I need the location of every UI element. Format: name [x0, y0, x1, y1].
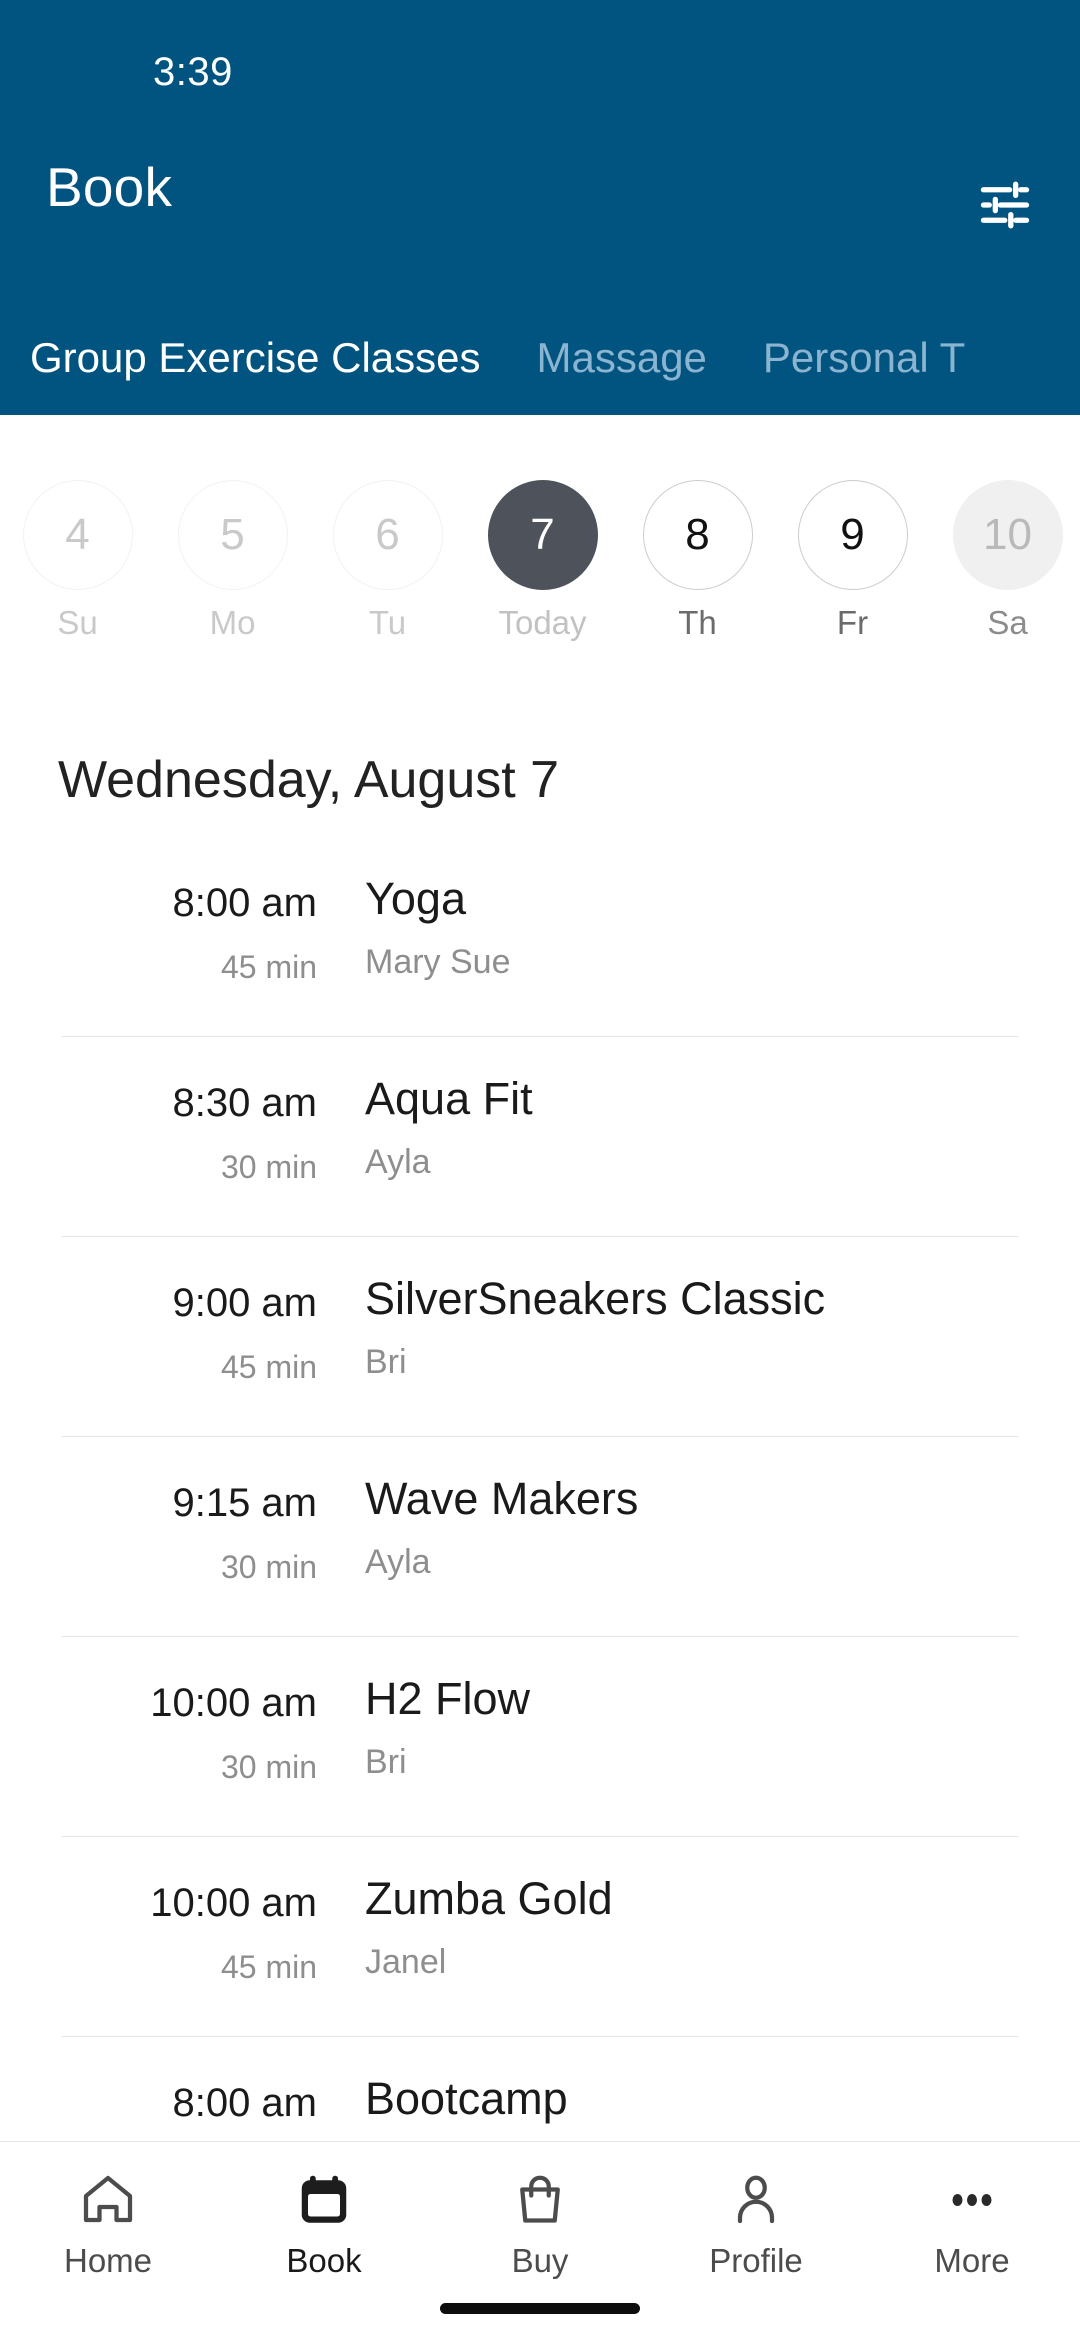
nav-item-profile[interactable]: Profile [648, 2142, 864, 2280]
schedule-day-heading: Wednesday, August 7 [58, 751, 560, 809]
class-instructor: Bri [365, 1343, 407, 1381]
class-duration: 45 min [220, 1949, 317, 1985]
class-duration: 30 min [220, 1549, 317, 1585]
date-chip-number: 10 [952, 480, 1063, 590]
home-icon [78, 2168, 138, 2232]
class-name: SilverSneakers Classic [365, 1273, 826, 1324]
date-chip-weekday: Fr [836, 604, 869, 641]
nav-item-label: More [934, 2242, 1010, 2279]
nav-item-label: Book [286, 2242, 362, 2279]
date-chip-5[interactable]: 5 Mo [155, 415, 310, 642]
date-chip-weekday: Su [57, 604, 98, 641]
date-chip-4[interactable]: 4 Su [0, 415, 155, 642]
nav-item-book[interactable]: Book [216, 2142, 432, 2280]
date-chip-number: 4 [22, 480, 133, 590]
class-row[interactable]: 10:00 am 30 min H2 Flow Bri [62, 1637, 1018, 1837]
date-chip-number: 6 [332, 480, 443, 590]
class-duration: 45 min [220, 1349, 317, 1385]
date-chip-weekday: Th [678, 604, 717, 641]
class-name: Wave Makers [365, 1473, 639, 1524]
class-row[interactable]: 8:00 am Bootcamp [62, 2037, 1018, 2141]
status-bar-time: 3:39 [153, 50, 233, 94]
date-chip-number: 8 [642, 480, 753, 590]
date-chip-6[interactable]: 6 Tu [310, 415, 465, 642]
bag-icon [510, 2168, 570, 2232]
nav-item-more[interactable]: More [864, 2142, 1080, 2280]
calendar-icon [294, 2168, 354, 2232]
class-row[interactable]: 10:00 am 45 min Zumba Gold Janel [62, 1837, 1018, 2037]
class-instructor: Mary Sue [365, 943, 511, 981]
class-row[interactable]: 9:15 am 30 min Wave Makers Ayla [62, 1437, 1018, 1637]
class-instructor: Bri [365, 1743, 407, 1781]
page-title: Book [46, 156, 173, 218]
class-instructor: Ayla [365, 1143, 431, 1181]
tab-group-exercise-classes[interactable]: Group Exercise Classes [30, 334, 481, 382]
date-chip-10[interactable]: 10 Sa [930, 415, 1080, 642]
class-name: Bootcamp [365, 2073, 568, 2124]
class-time: 8:00 am [172, 2081, 317, 2125]
tune-icon [980, 181, 1030, 229]
tab-massage[interactable]: Massage [537, 334, 707, 382]
nav-item-buy[interactable]: Buy [432, 2142, 648, 2280]
date-chip-weekday: Today [498, 604, 587, 641]
class-time: 9:15 am [172, 1481, 317, 1525]
class-time: 10:00 am [150, 1681, 317, 1725]
date-chip-weekday: Tu [368, 604, 407, 641]
class-name: Aqua Fit [365, 1073, 533, 1124]
date-chip-number: 9 [797, 480, 908, 590]
class-duration: 30 min [220, 1149, 317, 1185]
person-icon [726, 2168, 786, 2232]
nav-item-label: Home [63, 2242, 153, 2279]
class-row[interactable]: 8:00 am 45 min Yoga Mary Sue [62, 837, 1018, 1037]
class-name: Yoga [365, 873, 466, 924]
date-strip[interactable]: 4 Su 5 Mo 6 Tu 7 Today 8 Th 9 Fr 10 Sa [0, 415, 1080, 662]
class-name: H2 Flow [365, 1673, 531, 1724]
nav-item-label: Buy [511, 2242, 569, 2279]
app-header: 3:39 Book Group Exercise Classes Massage… [0, 0, 1080, 415]
class-time: 10:00 am [150, 1881, 317, 1925]
class-time: 9:00 am [172, 1281, 317, 1325]
class-row[interactable]: 8:30 am 30 min Aqua Fit Ayla [62, 1037, 1018, 1237]
date-chip-7-selected[interactable]: 7 Today [465, 415, 620, 642]
tab-personal-training[interactable]: Personal T [763, 334, 965, 382]
class-time: 8:00 am [172, 881, 317, 925]
class-instructor: Janel [365, 1943, 447, 1981]
class-rows: 8:00 am 45 min Yoga Mary Sue 8:30 am 30 … [0, 837, 1080, 2141]
class-name: Zumba Gold [365, 1873, 613, 1924]
date-chip-8[interactable]: 8 Th [620, 415, 775, 642]
class-row[interactable]: 9:00 am 45 min SilverSneakers Classic Br… [62, 1237, 1018, 1437]
class-time: 8:30 am [172, 1081, 317, 1125]
class-instructor: Ayla [365, 1543, 431, 1581]
status-bar: 3:39 [0, 0, 1080, 110]
class-duration: 45 min [220, 949, 317, 985]
class-duration: 30 min [220, 1749, 317, 1785]
date-chip-number: 5 [177, 480, 288, 590]
date-chip-number: 7 [487, 480, 598, 590]
bottom-navigation[interactable]: Home Book Buy Profile More [0, 2141, 1080, 2340]
filter-button[interactable] [960, 160, 1050, 250]
dots-icon [942, 2168, 1002, 2232]
date-chip-weekday: Sa [987, 604, 1028, 641]
class-schedule-list: Wednesday, August 7 8:00 am 45 min Yoga … [0, 662, 1080, 2141]
app-screen: 3:39 Book Group Exercise Classes Massage… [0, 0, 1080, 2340]
date-chip-9[interactable]: 9 Fr [775, 415, 930, 642]
nav-item-label: Profile [709, 2242, 803, 2279]
home-indicator[interactable] [440, 2303, 640, 2314]
category-tabs[interactable]: Group Exercise Classes Massage Personal … [0, 300, 1080, 415]
date-chip-weekday: Mo [209, 604, 256, 641]
nav-item-home[interactable]: Home [0, 2142, 216, 2280]
